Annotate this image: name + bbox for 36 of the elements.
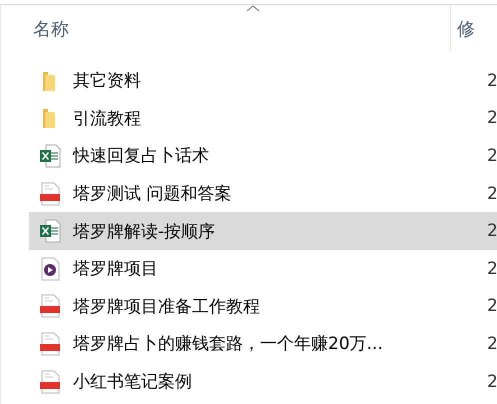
file-row[interactable]: 快速回复占卜话术 2: [29, 137, 497, 175]
pdf-icon: [39, 294, 61, 318]
file-name: 小红书笔记案例: [73, 371, 193, 394]
file-name: 其它资料: [73, 70, 142, 92]
table-cell: 2: [487, 221, 497, 242]
file-name: 塔罗牌解读-按顺序: [73, 220, 216, 243]
table-cell: 2: [487, 146, 497, 166]
spreadsheet-icon: [39, 219, 61, 244]
table-cell: 2: [487, 334, 497, 354]
file-row[interactable]: 塔罗牌占卜的赚钱套路，一个年赚20万... 2: [29, 325, 497, 363]
file-name: 快速回复占卜话术: [73, 145, 210, 168]
spreadsheet-icon: [39, 144, 61, 168]
table-cell: 2: [487, 372, 497, 392]
file-row[interactable]: 塔罗牌解读-按顺序 2: [29, 212, 497, 250]
table-cell: 2: [487, 108, 497, 128]
file-row[interactable]: 塔罗牌项目 2: [29, 250, 497, 288]
column-header[interactable]: 名称: [1, 5, 451, 51]
file-name: 引流教程: [73, 108, 142, 130]
file-name: 塔罗牌项目: [73, 258, 159, 280]
table-cell: 2: [487, 258, 497, 279]
file-name: 塔罗牌项目准备工作教程: [73, 296, 261, 318]
table-cell: 2: [487, 70, 497, 91]
table-cell: 2: [487, 184, 497, 204]
file-name: 塔罗牌占卜的赚钱套路，一个年赚20万...: [73, 333, 384, 356]
file-name: 塔罗测试 问题和答案: [73, 183, 232, 206]
file-row[interactable]: 塔罗牌项目准备工作教程 2: [29, 288, 497, 326]
file-row[interactable]: 其它资料 2: [29, 62, 497, 100]
video-file-icon: [39, 256, 61, 281]
column-header[interactable]: 修: [451, 5, 475, 51]
table-cell: 2: [487, 296, 497, 316]
file-row[interactable]: 引流教程 2: [29, 100, 497, 138]
file-row[interactable]: 塔罗测试 问题和答案 2: [29, 174, 497, 212]
pdf-icon: [39, 370, 61, 394]
file-row[interactable]: 小红书笔记案例 2: [29, 362, 497, 400]
pdf-icon: [39, 332, 61, 356]
pdf-icon: [39, 182, 61, 206]
